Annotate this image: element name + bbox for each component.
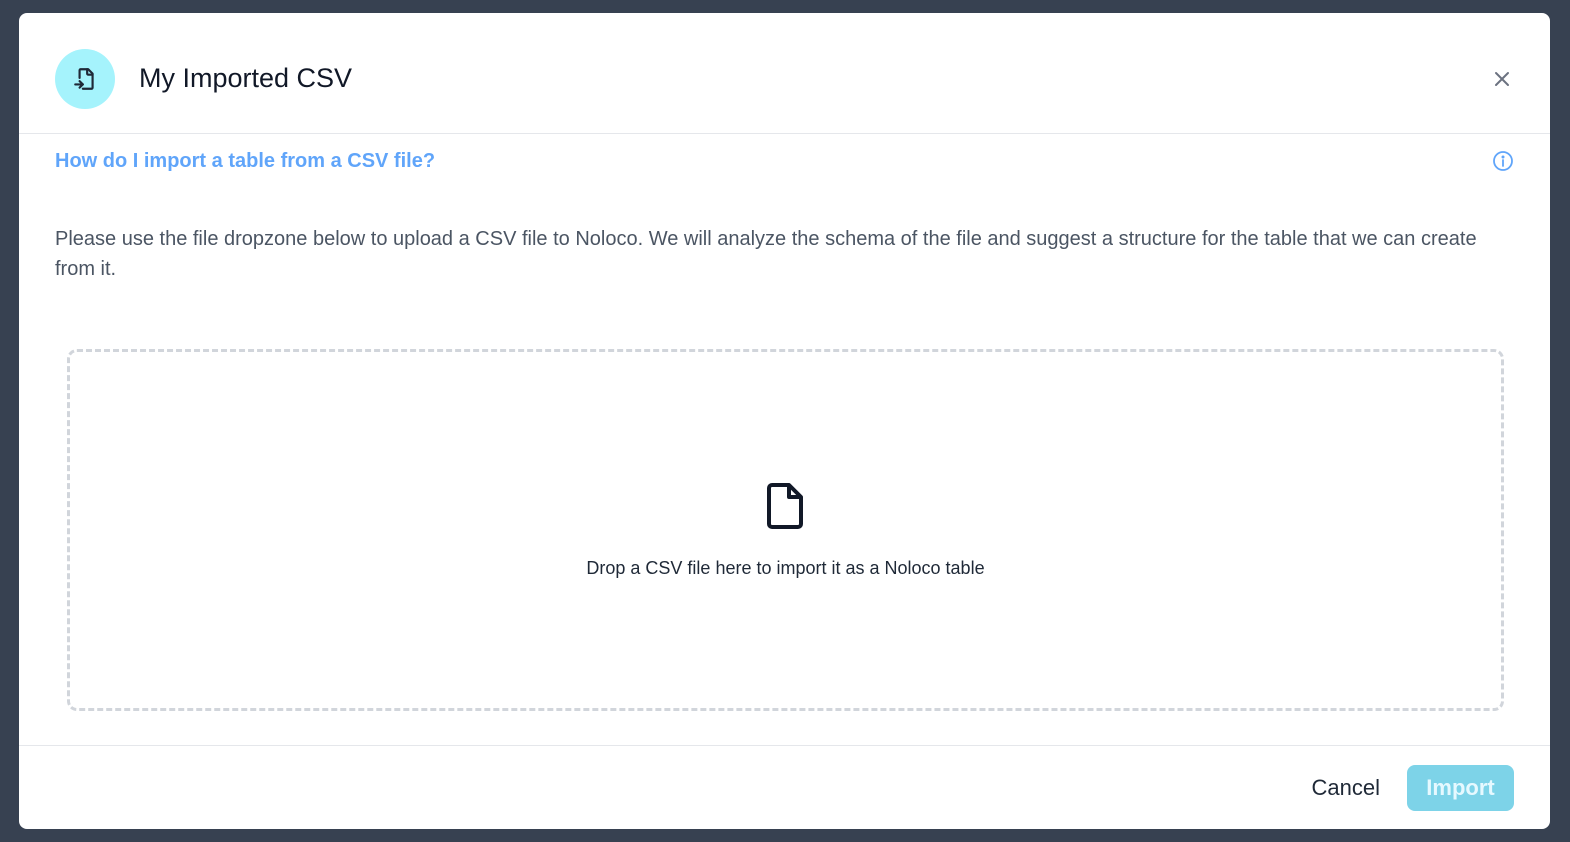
file-import-icon	[55, 49, 115, 109]
import-button[interactable]: Import	[1407, 765, 1514, 811]
modal-footer: Cancel Import	[19, 745, 1550, 829]
csv-dropzone[interactable]: Drop a CSV file here to import it as a N…	[67, 349, 1504, 711]
file-icon	[765, 482, 805, 530]
modal-header: My Imported CSV	[19, 13, 1550, 134]
cancel-button[interactable]: Cancel	[1300, 772, 1392, 804]
close-icon[interactable]	[1488, 65, 1516, 93]
help-link[interactable]: How do I import a table from a CSV file?	[55, 148, 435, 174]
import-csv-modal: My Imported CSV How do I import a table …	[19, 13, 1550, 829]
modal-title: My Imported CSV	[139, 63, 353, 93]
info-icon[interactable]	[1492, 150, 1514, 172]
import-description: Please use the file dropzone below to up…	[55, 228, 1477, 280]
dropzone-text: Drop a CSV file here to import it as a N…	[586, 558, 985, 578]
